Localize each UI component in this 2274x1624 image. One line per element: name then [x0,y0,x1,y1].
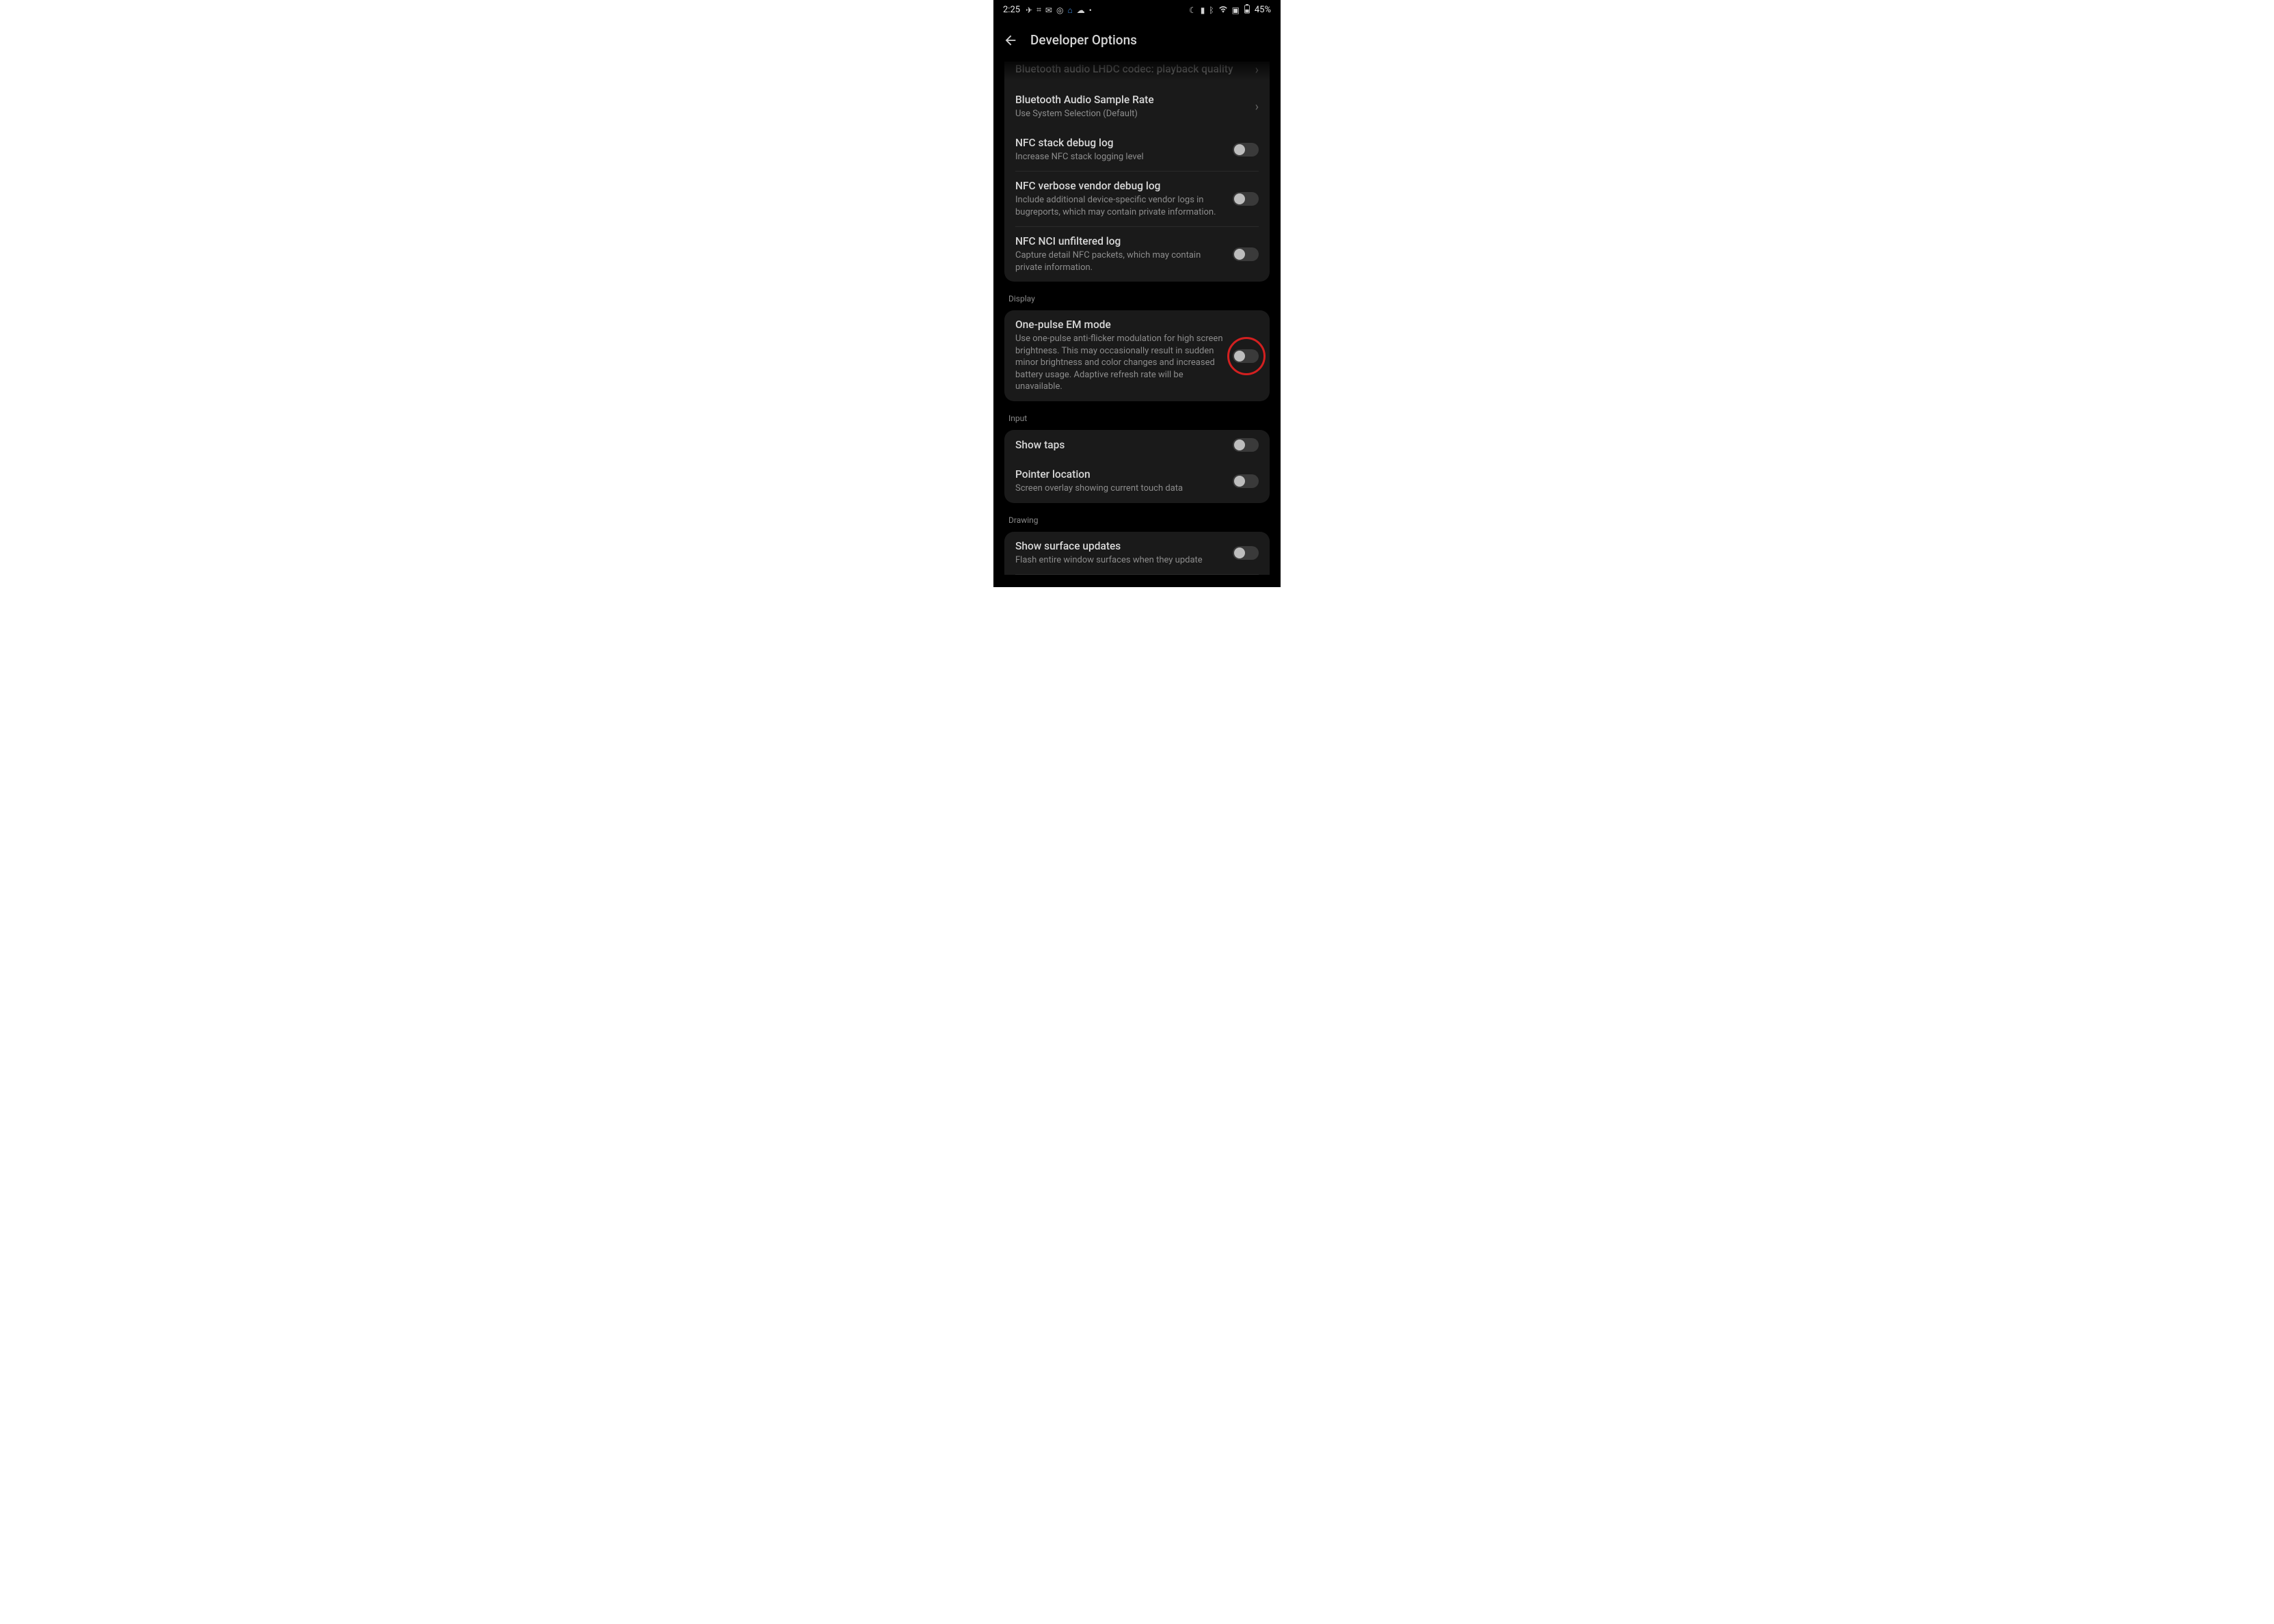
status-right: ☾ ▮ ᛒ ▣ 45% [1189,4,1271,16]
chevron-right-icon: › [1255,63,1259,77]
row-title: NFC verbose vendor debug log [1015,180,1223,192]
row-title: NFC stack debug log [1015,137,1223,149]
toggle-switch[interactable] [1233,546,1259,560]
row-title: Bluetooth audio LHDC codec: playback qua… [1015,63,1246,75]
chevron-right-icon: › [1255,100,1259,114]
row-subtitle: Increase NFC stack logging level [1015,151,1223,163]
row-bt-lhdc[interactable]: Bluetooth audio LHDC codec: playback qua… [1004,62,1270,85]
row-one-pulse-em[interactable]: One-pulse EM mode Use one-pulse anti-fli… [1004,310,1270,401]
section-header-input: Input [1004,414,1270,430]
bluetooth-icon: ᛒ [1209,5,1214,15]
battery-text: 45% [1255,5,1271,15]
row-subtitle: Flash entire window surfaces when they u… [1015,554,1223,567]
mail-icon: ✉ [1045,5,1052,15]
moon-icon: ☾ [1189,5,1196,15]
settings-content[interactable]: Bluetooth audio LHDC codec: playback qua… [993,62,1281,575]
back-button[interactable] [1003,33,1018,48]
toggle-switch[interactable] [1233,474,1259,488]
row-title: One-pulse EM mode [1015,319,1223,331]
row-title: Pointer location [1015,468,1223,481]
dot-icon: • [1089,5,1092,15]
toggle-switch[interactable] [1233,247,1259,261]
section-header-drawing: Drawing [1004,515,1270,532]
section-header-display: Display [1004,294,1270,310]
settings-card: Bluetooth audio LHDC codec: playback qua… [1004,62,1270,282]
send-icon: ✈ [1026,5,1032,15]
toggle-switch[interactable] [1233,143,1259,157]
row-subtitle: Use one-pulse anti-flicker modulation fo… [1015,333,1223,393]
phone-frame: 2:25 ✈ ⌗ ✉ ◎ ⌂ ☁ • ☾ ▮ ᛒ ▣ 45% [993,0,1281,587]
status-bar: 2:25 ✈ ⌗ ✉ ◎ ⌂ ☁ • ☾ ▮ ᛒ ▣ 45% [993,0,1281,18]
row-nfc-verbose[interactable]: NFC verbose vendor debug log Include add… [1004,172,1270,226]
cloud-icon: ☁ [1077,5,1085,15]
status-time: 2:25 [1003,5,1020,15]
row-pointer-location[interactable]: Pointer location Screen overlay showing … [1004,460,1270,503]
app-bar: Developer Options [993,18,1281,64]
settings-card: Show taps Pointer location Screen overla… [1004,430,1270,503]
settings-card: One-pulse EM mode Use one-pulse anti-fli… [1004,310,1270,401]
cast-icon: ▣ [1232,5,1240,15]
instagram-icon: ◎ [1056,5,1063,15]
row-show-surface-updates[interactable]: Show surface updates Flash entire window… [1004,532,1270,575]
settings-card: Show surface updates Flash entire window… [1004,532,1270,576]
row-bt-sample-rate[interactable]: Bluetooth Audio Sample Rate Use System S… [1004,85,1270,128]
toggle-switch[interactable] [1233,192,1259,206]
home-icon: ⌂ [1067,5,1072,15]
row-nfc-nci[interactable]: NFC NCI unfiltered log Capture detail NF… [1004,227,1270,282]
row-title: NFC NCI unfiltered log [1015,235,1223,247]
page-title: Developer Options [1030,32,1137,48]
vibrate-icon: ▮ [1201,5,1205,15]
divider [1015,574,1259,575]
row-title: Bluetooth Audio Sample Rate [1015,94,1246,106]
toggle-switch[interactable] [1233,438,1259,452]
row-subtitle: Include additional device-specific vendo… [1015,194,1223,218]
row-show-taps[interactable]: Show taps [1004,430,1270,460]
grid-icon: ⌗ [1036,5,1041,15]
status-notification-icons: ✈ ⌗ ✉ ◎ ⌂ ☁ • [1026,5,1092,15]
row-title: Show surface updates [1015,540,1223,552]
row-subtitle: Capture detail NFC packets, which may co… [1015,249,1223,273]
row-subtitle: Screen overlay showing current touch dat… [1015,483,1223,495]
battery-icon [1244,4,1250,16]
status-left: 2:25 ✈ ⌗ ✉ ◎ ⌂ ☁ • [1003,5,1092,15]
row-nfc-stack-debug[interactable]: NFC stack debug log Increase NFC stack l… [1004,128,1270,172]
wifi-icon [1218,5,1228,15]
row-title: Show taps [1015,439,1223,451]
row-subtitle: Use System Selection (Default) [1015,108,1246,120]
toggle-switch[interactable] [1233,349,1259,363]
